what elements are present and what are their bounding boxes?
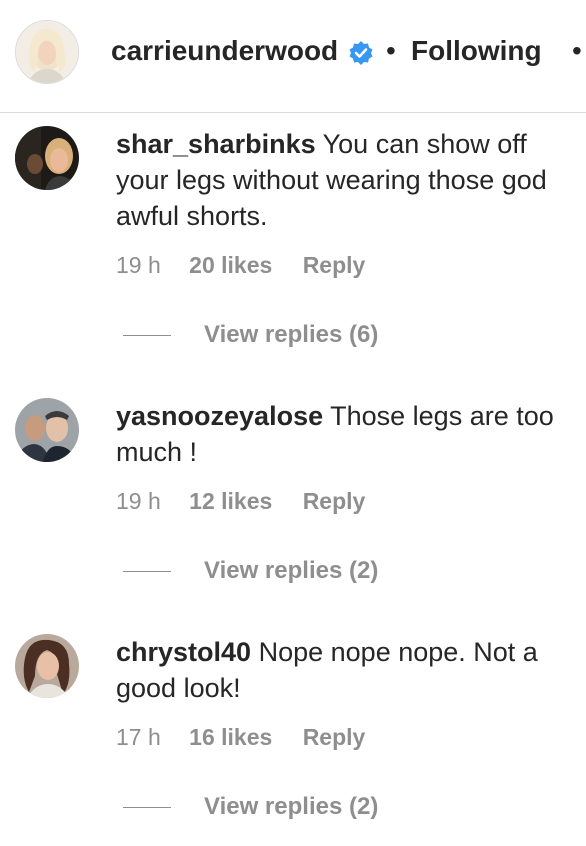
replies-divider <box>123 807 171 808</box>
view-replies-label[interactable]: View replies (2) <box>204 792 378 822</box>
commenter-avatar[interactable] <box>15 126 79 190</box>
comment-username[interactable]: yasnoozeyalose <box>116 401 323 431</box>
reply-button[interactable]: Reply <box>303 250 366 280</box>
reply-button[interactable]: Reply <box>303 722 366 752</box>
following-button[interactable]: Following <box>411 33 542 69</box>
comment-text: shar_sharbinks You can show off your leg… <box>116 126 566 234</box>
comment-text: chrystol40 Nope nope nope. Not a good lo… <box>116 634 566 706</box>
comment-time[interactable]: 17 h <box>116 722 161 752</box>
commenter-avatar[interactable] <box>15 634 79 698</box>
header-separator: • <box>386 35 396 66</box>
comment-username[interactable]: chrystol40 <box>116 637 251 667</box>
comment-likes[interactable]: 20 likes <box>189 250 272 280</box>
commenter-avatar[interactable] <box>15 398 79 462</box>
comment-text: yasnoozeyalose Those legs are too much ! <box>116 398 566 470</box>
view-replies-label[interactable]: View replies (6) <box>204 320 378 350</box>
comment-meta: 17 h 16 likes Reply <box>116 722 365 752</box>
comment-meta: 19 h 12 likes Reply <box>116 486 365 516</box>
reply-button[interactable]: Reply <box>303 486 366 516</box>
comment-likes[interactable]: 16 likes <box>189 722 272 752</box>
comment-time[interactable]: 19 h <box>116 486 161 516</box>
comment-likes[interactable]: 12 likes <box>189 486 272 516</box>
post-header: carrieunderwood • Following • <box>0 0 586 113</box>
comment-time[interactable]: 19 h <box>116 250 161 280</box>
verified-badge-icon <box>348 40 374 66</box>
comment-username[interactable]: shar_sharbinks <box>116 129 316 159</box>
more-options-icon[interactable]: • <box>572 33 582 69</box>
author-avatar[interactable] <box>15 20 79 84</box>
replies-divider <box>123 571 171 572</box>
author-username[interactable]: carrieunderwood <box>111 33 338 69</box>
comment-meta: 19 h 20 likes Reply <box>116 250 365 280</box>
replies-divider <box>123 335 171 336</box>
view-replies-label[interactable]: View replies (2) <box>204 556 378 586</box>
